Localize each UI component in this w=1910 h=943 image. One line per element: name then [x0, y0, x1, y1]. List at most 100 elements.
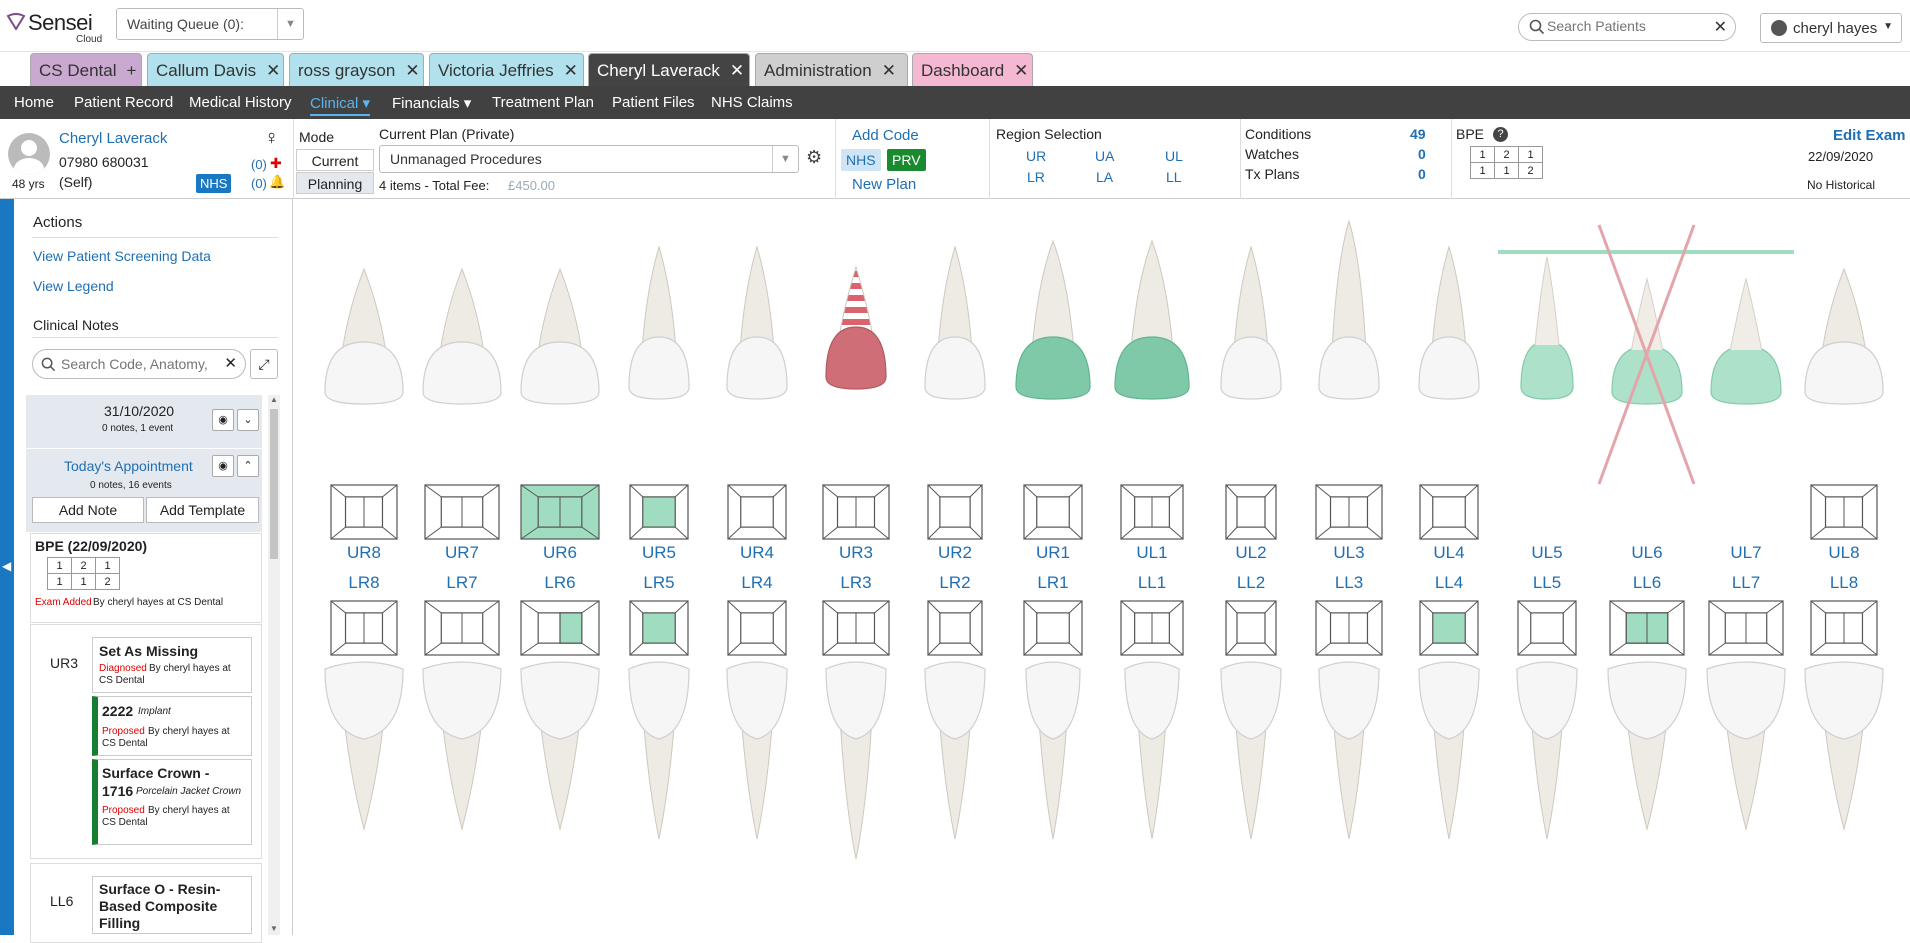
event-31-10-2020[interactable]: 31/10/2020 0 notes, 1 event ◉ ⌄	[26, 395, 262, 448]
tooth-label-ll7[interactable]: LL7	[1716, 573, 1776, 593]
conditions-count[interactable]: 49	[1410, 126, 1426, 142]
surface-box-upper[interactable]	[629, 484, 689, 540]
tab-victoria-jeffries[interactable]: Victoria Jeffries ✕	[429, 53, 584, 86]
surface-box-lower[interactable]	[1023, 600, 1083, 656]
surface-box-lower[interactable]	[629, 600, 689, 656]
surface-box-lower[interactable]	[1419, 600, 1479, 656]
tooth-label-ll6[interactable]: LL6	[1617, 573, 1677, 593]
surface-box-lower[interactable]	[927, 600, 983, 656]
surface[interactable]	[1432, 496, 1466, 528]
tooth-label-lr3[interactable]: LR3	[826, 573, 886, 593]
tooth-label-ll5[interactable]: LL5	[1517, 573, 1577, 593]
sidebar-toggle[interactable]: ◀	[0, 199, 14, 935]
patient-name[interactable]: Cheryl Laverack	[59, 130, 167, 147]
tooth-label-ur2[interactable]: UR2	[925, 543, 985, 563]
nav-patient-record[interactable]: Patient Record	[74, 94, 173, 111]
surface-box-upper[interactable]	[1225, 484, 1277, 540]
user-menu[interactable]: cheryl hayes ▼	[1760, 13, 1902, 43]
tooth-label-lr6[interactable]: LR6	[530, 573, 590, 593]
eye-icon[interactable]: ◉	[212, 409, 234, 431]
surface[interactable]	[642, 496, 676, 528]
surface-box-upper[interactable]	[1120, 484, 1184, 540]
surface[interactable]	[642, 612, 676, 644]
tooth-label-ul4[interactable]: UL4	[1419, 543, 1479, 563]
surface-box-lower[interactable]	[1315, 600, 1383, 656]
tooth-label-lr7[interactable]: LR7	[432, 573, 492, 593]
close-icon[interactable]: ✕	[882, 61, 896, 80]
surface[interactable]	[740, 612, 774, 644]
patient-search[interactable]: ✕	[1518, 13, 1736, 41]
close-icon[interactable]: ✕	[266, 61, 280, 80]
tab-cs-dental[interactable]: CS Dental +	[30, 53, 142, 86]
tooth-label-ur6[interactable]: UR6	[530, 543, 590, 563]
region-ur[interactable]: UR	[1026, 148, 1046, 164]
tooth-label-ur8[interactable]: UR8	[334, 543, 394, 563]
surface-box-upper[interactable]	[727, 484, 787, 540]
tooth-label-ul3[interactable]: UL3	[1319, 543, 1379, 563]
plus-icon[interactable]: +	[126, 61, 136, 80]
tooth-label-ll2[interactable]: LL2	[1221, 573, 1281, 593]
tab-ross-grayson[interactable]: ross grayson ✕	[289, 53, 424, 86]
tooth-label-ur3[interactable]: UR3	[826, 543, 886, 563]
surface[interactable]	[740, 496, 774, 528]
tooth-label-ur4[interactable]: UR4	[727, 543, 787, 563]
view-screening-link[interactable]: View Patient Screening Data	[33, 248, 211, 264]
surface-box-lower[interactable]	[424, 600, 500, 656]
surface-box-upper[interactable]	[927, 484, 983, 540]
tab-callum-davis[interactable]: Callum Davis ✕	[147, 53, 284, 86]
clear-icon[interactable]: ✕	[224, 354, 237, 372]
surface-box-upper[interactable]	[330, 484, 398, 540]
note-card[interactable]: Set As Missing Diagnosed By cheryl hayes…	[92, 637, 252, 693]
edit-exam-link[interactable]: Edit Exam	[1833, 127, 1906, 144]
nav-clinical[interactable]: Clinical ▾	[310, 94, 371, 116]
scroll-up-icon[interactable]: ▲	[270, 395, 278, 404]
surface-box-lower[interactable]	[1708, 600, 1784, 656]
help-icon[interactable]: ?	[1493, 127, 1508, 142]
surface[interactable]	[939, 612, 971, 644]
close-icon[interactable]: ✕	[564, 61, 578, 80]
tooth-label-ul5[interactable]: UL5	[1517, 543, 1577, 563]
chevron-down-icon[interactable]: ⌄	[237, 409, 259, 431]
note-card[interactable]: 2222 Implant Proposed By cheryl hayes at…	[92, 696, 252, 756]
tooth-label-ul2[interactable]: UL2	[1221, 543, 1281, 563]
tooth-label-ll1[interactable]: LL1	[1122, 573, 1182, 593]
notes-search[interactable]: ✕	[32, 349, 246, 379]
gear-icon[interactable]: ⚙	[806, 147, 822, 168]
waiting-queue-select[interactable]: Waiting Queue (0): ▼	[116, 8, 304, 40]
surface-box-lower[interactable]	[1517, 600, 1577, 656]
alert-count[interactable]: (0)	[251, 157, 267, 172]
mode-current-button[interactable]: Current	[296, 149, 374, 171]
surface[interactable]	[559, 612, 583, 644]
nav-nhs-claims[interactable]: NHS Claims	[711, 94, 793, 111]
add-template-button[interactable]: Add Template	[146, 497, 259, 523]
search-input[interactable]	[1547, 18, 1707, 34]
surface-box-lower[interactable]	[1810, 600, 1878, 656]
tooth-label-ur5[interactable]: UR5	[629, 543, 689, 563]
watches-count[interactable]: 0	[1418, 146, 1426, 162]
surface-box-lower[interactable]	[822, 600, 890, 656]
view-legend-link[interactable]: View Legend	[33, 278, 114, 294]
tooth-label-ul1[interactable]: UL1	[1122, 543, 1182, 563]
tooth-label-lr4[interactable]: LR4	[727, 573, 787, 593]
nav-financials[interactable]: Financials ▾	[392, 94, 471, 112]
region-ua[interactable]: UA	[1095, 148, 1114, 164]
surface-box-upper[interactable]	[1419, 484, 1479, 540]
nav-medical-history[interactable]: Medical History	[189, 94, 292, 111]
tooth-label-ul7[interactable]: UL7	[1716, 543, 1776, 563]
tooth-label-ur7[interactable]: UR7	[432, 543, 492, 563]
chevron-up-icon[interactable]: ⌃	[237, 455, 259, 477]
plan-select[interactable]: Unmanaged Procedures ▼	[379, 145, 799, 173]
surface[interactable]	[939, 496, 971, 528]
eye-icon[interactable]: ◉	[212, 455, 234, 477]
add-note-button[interactable]: Add Note	[32, 497, 144, 523]
nhs-code-toggle[interactable]: NHS	[841, 149, 881, 171]
note-card[interactable]: Surface O - Resin-Based Composite Fillin…	[92, 876, 252, 934]
surface-box-upper[interactable]	[822, 484, 890, 540]
region-ll[interactable]: LL	[1166, 169, 1182, 185]
region-lr[interactable]: LR	[1027, 169, 1045, 185]
surface[interactable]	[1036, 612, 1070, 644]
tab-cheryl-laverack[interactable]: Cheryl Laverack ✕	[588, 53, 750, 86]
surface-box-lower[interactable]	[330, 600, 398, 656]
close-icon[interactable]: ✕	[730, 61, 744, 80]
scroll-down-icon[interactable]: ▼	[270, 924, 278, 933]
